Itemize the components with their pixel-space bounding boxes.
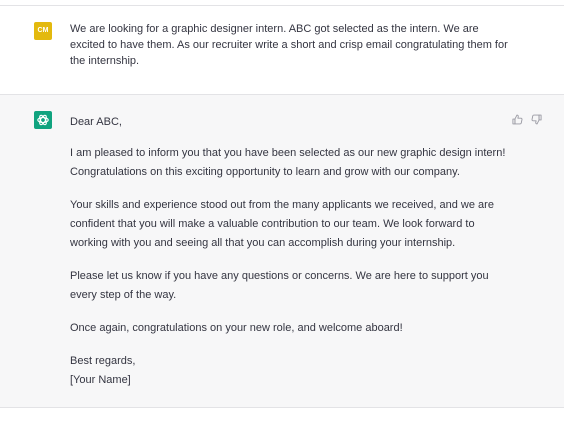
email-paragraph: Once again, congratulations on your new … — [70, 322, 403, 334]
user-avatar: CM — [34, 22, 52, 40]
email-greeting: Dear ABC, — [70, 116, 122, 128]
user-message-text: We are looking for a graphic designer in… — [70, 23, 508, 67]
thumbs-down-icon[interactable] — [531, 114, 542, 125]
user-message-row: CM We are looking for a graphic designer… — [0, 6, 564, 95]
openai-logo-icon — [34, 111, 52, 129]
email-paragraph: I am pleased to inform you that you have… — [70, 147, 506, 178]
assistant-message-row: Dear ABC, I am pleased to inform you tha… — [0, 95, 564, 408]
email-paragraph: Please let us know if you have any quest… — [70, 270, 489, 301]
thumbs-up-icon[interactable] — [512, 114, 523, 125]
email-closing: Best regards, — [70, 355, 136, 367]
email-paragraph: Your skills and experience stood out fro… — [70, 199, 494, 249]
assistant-message-text: Dear ABC, I am pleased to inform you tha… — [70, 113, 510, 390]
email-signature: [Your Name] — [70, 374, 131, 386]
